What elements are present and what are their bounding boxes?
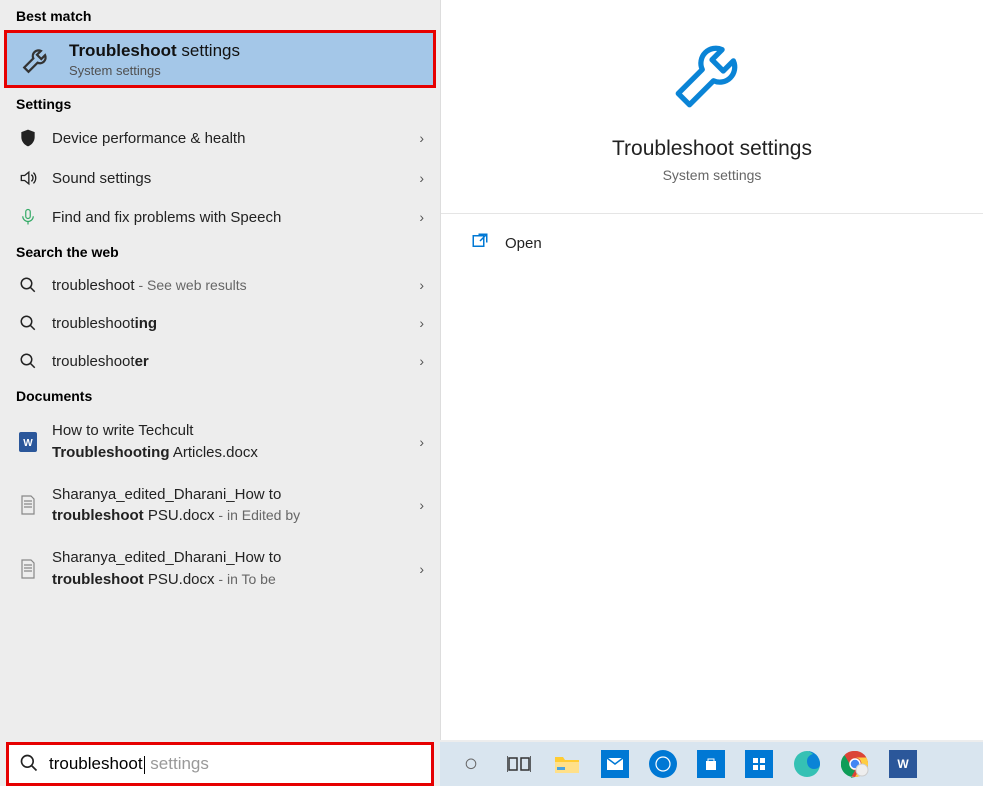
- wrench-icon: [17, 39, 57, 79]
- web-item-troubleshoot[interactable]: troubleshoot - See web results ›: [0, 266, 440, 304]
- settings-item-device-health[interactable]: Device performance & health ›: [0, 118, 440, 158]
- web-item-label: troubleshooter: [52, 353, 424, 370]
- search-icon: [19, 753, 39, 776]
- speaker-icon: [16, 168, 40, 188]
- document-item[interactable]: Sharanya_edited_Dharani_How to troublesh…: [0, 537, 440, 601]
- open-label: Open: [505, 235, 542, 252]
- wrench-icon-large: [667, 26, 757, 119]
- search-icon: [16, 276, 40, 294]
- edge-icon[interactable]: [790, 747, 824, 781]
- dell-app-icon[interactable]: [646, 747, 680, 781]
- mic-icon: [16, 208, 40, 226]
- settings-item-speech[interactable]: Find and fix problems with Speech ›: [0, 198, 440, 236]
- document-item-label: How to write Techcult Troubleshooting Ar…: [52, 420, 424, 464]
- shield-icon: [16, 128, 40, 148]
- open-icon: [471, 232, 489, 254]
- search-icon: [16, 352, 40, 370]
- chevron-right-icon: ›: [419, 277, 424, 293]
- best-match-title: Troubleshoot settings: [69, 41, 240, 61]
- chevron-right-icon: ›: [419, 315, 424, 331]
- search-input[interactable]: troubleshoot settings: [6, 742, 434, 786]
- settings-item-label: Sound settings: [52, 170, 424, 187]
- search-results-panel: Best match Troubleshoot settings System …: [0, 0, 440, 740]
- preview-title: Troubleshoot settings: [612, 137, 812, 161]
- settings-header: Settings: [0, 88, 440, 118]
- open-action[interactable]: Open: [471, 232, 953, 254]
- chevron-right-icon: ›: [419, 434, 424, 450]
- document-item-label: Sharanya_edited_Dharani_How to troublesh…: [52, 547, 424, 591]
- best-match-subtitle: System settings: [69, 63, 240, 78]
- documents-header: Documents: [0, 380, 440, 410]
- settings-item-sound[interactable]: Sound settings ›: [0, 158, 440, 198]
- best-match-item[interactable]: Troubleshoot settings System settings: [4, 30, 436, 88]
- cortana-icon[interactable]: ○: [454, 747, 488, 781]
- file-explorer-icon[interactable]: [550, 747, 584, 781]
- best-match-header: Best match: [0, 0, 440, 30]
- svg-text:W: W: [23, 438, 33, 449]
- chrome-icon[interactable]: [838, 747, 872, 781]
- chevron-right-icon: ›: [419, 170, 424, 186]
- preview-panel: Troubleshoot settings System settings Op…: [440, 0, 983, 740]
- search-icon: [16, 314, 40, 332]
- document-item-label: Sharanya_edited_Dharani_How to troublesh…: [52, 484, 424, 528]
- chevron-right-icon: ›: [419, 497, 424, 513]
- preview-subtitle: System settings: [663, 167, 762, 183]
- taskbar: ○ W: [440, 742, 983, 786]
- chevron-right-icon: ›: [419, 209, 424, 225]
- chevron-right-icon: ›: [419, 130, 424, 146]
- web-item-troubleshooting[interactable]: troubleshooting ›: [0, 304, 440, 342]
- settings-item-label: Find and fix problems with Speech: [52, 209, 424, 226]
- document-item[interactable]: Sharanya_edited_Dharani_How to troublesh…: [0, 474, 440, 538]
- settings-item-label: Device performance & health: [52, 130, 424, 147]
- document-item[interactable]: W How to write Techcult Troubleshooting …: [0, 410, 440, 474]
- search-text: troubleshoot settings: [49, 754, 209, 774]
- web-header: Search the web: [0, 236, 440, 266]
- task-view-icon[interactable]: [502, 747, 536, 781]
- mail-icon[interactable]: [598, 747, 632, 781]
- web-item-label: troubleshoot - See web results: [52, 277, 424, 294]
- app-tile-icon[interactable]: [742, 747, 776, 781]
- web-item-troubleshooter[interactable]: troubleshooter ›: [0, 342, 440, 380]
- chevron-right-icon: ›: [419, 561, 424, 577]
- store-icon[interactable]: [694, 747, 728, 781]
- file-icon: [16, 559, 40, 579]
- chevron-right-icon: ›: [419, 353, 424, 369]
- web-item-label: troubleshooting: [52, 315, 424, 332]
- word-doc-icon: W: [16, 432, 40, 452]
- word-icon[interactable]: W: [886, 747, 920, 781]
- file-icon: [16, 495, 40, 515]
